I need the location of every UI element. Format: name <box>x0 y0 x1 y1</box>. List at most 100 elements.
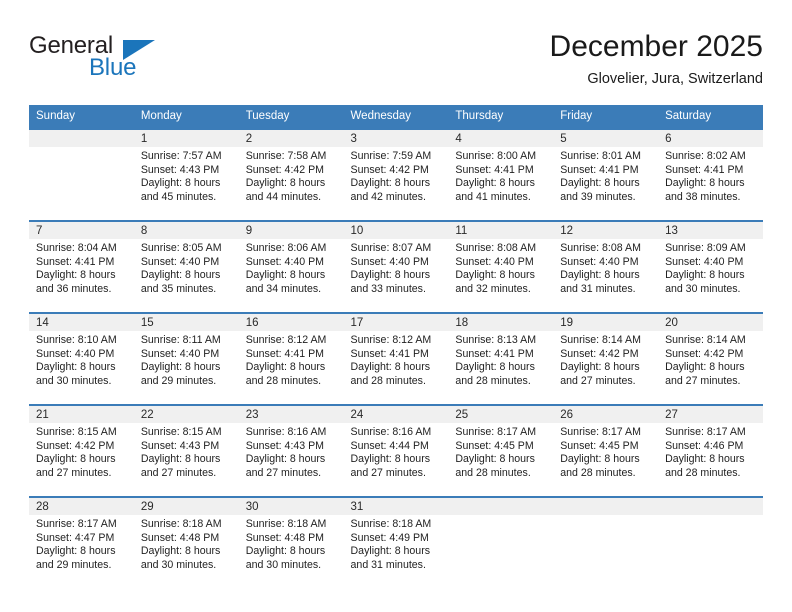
daylight-text-line1: Daylight: 8 hours <box>560 269 640 282</box>
calendar-day-cell[interactable]: 16 Sunrise: 8:12 AM Sunset: 4:41 PM Dayligh… <box>238 312 344 405</box>
day-cell-inner <box>553 498 659 588</box>
day-cell-body: Sunrise: 8:11 AM Sunset: 4:40 PM Daylight:… <box>134 331 239 388</box>
daylight-text-line1: Daylight: 8 hours <box>560 361 640 374</box>
daylight-text-line2: and 28 minutes. <box>665 466 741 479</box>
sunrise-text: Sunrise: 8:08 AM <box>455 242 537 254</box>
daylight-text-line1: Daylight: 8 hours <box>455 269 535 282</box>
sunrise-text: Sunrise: 8:18 AM <box>245 518 327 530</box>
calendar-day-cell[interactable]: 13 Sunrise: 8:09 AM Sunset: 4:40 PM Dayligh… <box>658 220 763 313</box>
calendar-day-cell[interactable]: 30 Sunrise: 8:18 AM Sunset: 4:48 PM Dayligh… <box>238 496 344 588</box>
calendar-day-cell[interactable]: 22 Sunrise: 8:15 AM Sunset: 4:43 PM Dayligh… <box>133 404 239 497</box>
calendar-day-cell[interactable]: 12 Sunrise: 8:08 AM Sunset: 4:40 PM Dayligh… <box>553 220 659 313</box>
sunrise-text: Sunrise: 8:07 AM <box>350 242 432 254</box>
sunrise-text: Sunrise: 8:12 AM <box>245 334 327 346</box>
day-number: 24 <box>343 406 449 423</box>
weekday-header-thursday: Thursday <box>448 105 554 129</box>
day-cell-body: Sunrise: 7:59 AM Sunset: 4:42 PM Daylight:… <box>344 147 449 204</box>
sunset-text: Sunset: 4:43 PM <box>245 439 325 452</box>
day-cell-body: Sunrise: 8:02 AM Sunset: 4:41 PM Daylight:… <box>658 147 763 204</box>
day-number: 12 <box>553 222 659 239</box>
daylight-text-line1: Daylight: 8 hours <box>140 177 221 190</box>
day-number: 26 <box>553 406 659 423</box>
calendar-day-cell[interactable]: 2 Sunrise: 7:58 AM Sunset: 4:42 PM Daylight… <box>238 128 344 221</box>
calendar-day-cell[interactable]: 28 Sunrise: 8:17 AM Sunset: 4:47 PM Dayligh… <box>29 496 134 588</box>
day-number <box>448 498 554 515</box>
daylight-text-line1: Daylight: 8 hours <box>455 453 535 466</box>
daylight-text-line1: Daylight: 8 hours <box>140 453 221 466</box>
daylight-text-line2: and 31 minutes. <box>350 558 426 571</box>
calendar-week-row: 14 Sunrise: 8:10 AM Sunset: 4:40 PM Dayligh… <box>29 312 763 405</box>
calendar-day-cell-empty <box>658 496 763 588</box>
calendar-day-cell[interactable]: 20 Sunrise: 8:14 AM Sunset: 4:42 PM Dayligh… <box>658 312 763 405</box>
day-cell-inner: 16 Sunrise: 8:12 AM Sunset: 4:41 PM Dayligh… <box>238 314 344 404</box>
calendar-day-cell[interactable]: 11 Sunrise: 8:08 AM Sunset: 4:40 PM Dayligh… <box>448 220 554 313</box>
day-cell-inner: 9 Sunrise: 8:06 AM Sunset: 4:40 PM Daylight… <box>238 222 344 312</box>
sunrise-text: Sunrise: 7:57 AM <box>140 150 222 162</box>
calendar-week-row: 21 Sunrise: 8:15 AM Sunset: 4:42 PM Dayligh… <box>29 404 763 497</box>
weekday-header-tuesday: Tuesday <box>238 105 344 129</box>
day-cell-inner: 18 Sunrise: 8:13 AM Sunset: 4:41 PM Dayligh… <box>448 314 554 404</box>
calendar-day-cell[interactable]: 21 Sunrise: 8:15 AM Sunset: 4:42 PM Dayligh… <box>29 404 134 497</box>
day-cell-inner <box>448 498 554 588</box>
brand-logo[interactable]: General Blue <box>29 32 219 88</box>
calendar-day-cell[interactable]: 29 Sunrise: 8:18 AM Sunset: 4:48 PM Dayligh… <box>133 496 239 588</box>
calendar-week-row: 1 Sunrise: 7:57 AM Sunset: 4:43 PM Daylight… <box>29 128 763 221</box>
sunset-text: Sunset: 4:46 PM <box>665 439 744 452</box>
daylight-text-line2: and 39 minutes. <box>560 190 636 203</box>
day-number: 19 <box>553 314 659 331</box>
daylight-text-line1: Daylight: 8 hours <box>350 453 431 466</box>
day-number: 9 <box>238 222 344 239</box>
calendar-day-cell[interactable]: 10 Sunrise: 8:07 AM Sunset: 4:40 PM Dayligh… <box>343 220 449 313</box>
calendar-day-cell[interactable]: 26 Sunrise: 8:17 AM Sunset: 4:45 PM Dayligh… <box>553 404 659 497</box>
daylight-text-line2: and 30 minutes. <box>36 374 112 387</box>
daylight-text-line2: and 28 minutes. <box>560 466 636 479</box>
daylight-text-line1: Daylight: 8 hours <box>140 545 221 558</box>
calendar-day-cell[interactable]: 17 Sunrise: 8:12 AM Sunset: 4:41 PM Dayligh… <box>343 312 449 405</box>
calendar-day-cell[interactable]: 4 Sunrise: 8:00 AM Sunset: 4:41 PM Daylight… <box>448 128 554 221</box>
calendar-week-row: 28 Sunrise: 8:17 AM Sunset: 4:47 PM Dayligh… <box>29 496 763 588</box>
calendar-day-cell[interactable]: 24 Sunrise: 8:16 AM Sunset: 4:44 PM Dayligh… <box>343 404 449 497</box>
day-cell-inner: 21 Sunrise: 8:15 AM Sunset: 4:42 PM Dayligh… <box>29 406 134 496</box>
day-cell-body: Sunrise: 8:17 AM Sunset: 4:46 PM Daylight:… <box>658 423 763 480</box>
day-cell-body: Sunrise: 8:05 AM Sunset: 4:40 PM Daylight:… <box>134 239 239 296</box>
calendar-day-cell[interactable]: 23 Sunrise: 8:16 AM Sunset: 4:43 PM Dayligh… <box>238 404 344 497</box>
daylight-text-line2: and 27 minutes. <box>350 466 426 479</box>
sunrise-text: Sunrise: 8:10 AM <box>36 334 117 346</box>
day-cell-inner: 19 Sunrise: 8:14 AM Sunset: 4:42 PM Dayligh… <box>553 314 659 404</box>
calendar-day-cell[interactable]: 1 Sunrise: 7:57 AM Sunset: 4:43 PM Daylight… <box>133 128 239 221</box>
daylight-text-line2: and 27 minutes. <box>245 466 322 479</box>
sunset-text: Sunset: 4:42 PM <box>350 163 429 176</box>
calendar-day-cell[interactable]: 19 Sunrise: 8:14 AM Sunset: 4:42 PM Dayligh… <box>553 312 659 405</box>
day-number <box>658 498 763 515</box>
calendar-day-cell[interactable]: 14 Sunrise: 8:10 AM Sunset: 4:40 PM Dayligh… <box>29 312 134 405</box>
sunset-text: Sunset: 4:42 PM <box>665 347 744 360</box>
calendar-day-cell[interactable]: 7 Sunrise: 8:04 AM Sunset: 4:41 PM Daylight… <box>29 220 134 313</box>
calendar-day-cell[interactable]: 18 Sunrise: 8:13 AM Sunset: 4:41 PM Dayligh… <box>448 312 554 405</box>
sunset-text: Sunset: 4:41 PM <box>36 255 115 268</box>
calendar-day-cell[interactable]: 9 Sunrise: 8:06 AM Sunset: 4:40 PM Daylight… <box>238 220 344 313</box>
calendar-day-cell[interactable]: 5 Sunrise: 8:01 AM Sunset: 4:41 PM Daylight… <box>553 128 659 221</box>
calendar-day-cell[interactable]: 3 Sunrise: 7:59 AM Sunset: 4:42 PM Daylight… <box>343 128 449 221</box>
sunrise-text: Sunrise: 7:59 AM <box>350 150 432 162</box>
sunrise-text: Sunrise: 8:14 AM <box>665 334 746 346</box>
daylight-text-line1: Daylight: 8 hours <box>140 269 221 282</box>
day-cell-inner: 1 Sunrise: 7:57 AM Sunset: 4:43 PM Daylight… <box>133 130 239 220</box>
calendar-day-cell[interactable]: 8 Sunrise: 8:05 AM Sunset: 4:40 PM Daylight… <box>133 220 239 313</box>
day-number: 2 <box>238 130 344 147</box>
calendar-day-cell[interactable]: 31 Sunrise: 8:18 AM Sunset: 4:49 PM Dayligh… <box>343 496 449 588</box>
location-subtitle: Glovelier, Jura, Switzerland <box>587 71 763 87</box>
calendar-day-cell-empty <box>553 496 659 588</box>
sunrise-text: Sunrise: 8:05 AM <box>140 242 222 254</box>
calendar-day-cell[interactable]: 15 Sunrise: 8:11 AM Sunset: 4:40 PM Dayligh… <box>133 312 239 405</box>
calendar-day-cell[interactable]: 25 Sunrise: 8:17 AM Sunset: 4:45 PM Dayligh… <box>448 404 554 497</box>
day-cell-body: Sunrise: 8:15 AM Sunset: 4:43 PM Daylight:… <box>134 423 239 480</box>
day-cell-body <box>448 515 553 518</box>
sunrise-text: Sunrise: 8:17 AM <box>560 426 641 438</box>
day-number <box>553 498 659 515</box>
calendar-day-cell[interactable]: 27 Sunrise: 8:17 AM Sunset: 4:46 PM Dayligh… <box>658 404 763 497</box>
day-cell-inner: 3 Sunrise: 7:59 AM Sunset: 4:42 PM Daylight… <box>343 130 449 220</box>
sunset-text: Sunset: 4:48 PM <box>245 531 325 544</box>
calendar-day-cell[interactable]: 6 Sunrise: 8:02 AM Sunset: 4:41 PM Daylight… <box>658 128 763 221</box>
daylight-text-line2: and 27 minutes. <box>36 466 112 479</box>
day-cell-body: Sunrise: 7:57 AM Sunset: 4:43 PM Daylight:… <box>134 147 239 204</box>
